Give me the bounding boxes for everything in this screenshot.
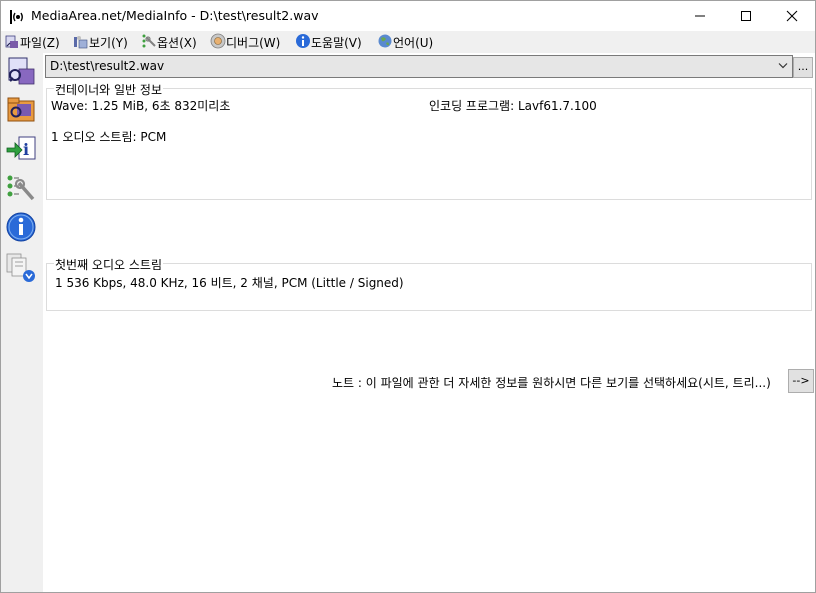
other-view-button[interactable]: --> bbox=[788, 369, 814, 393]
menu-file-label: 파일(Z) bbox=[20, 36, 60, 50]
toolbar-open-folder[interactable] bbox=[5, 93, 37, 125]
export-icon: i bbox=[6, 136, 36, 160]
mediainfo-app-icon bbox=[9, 9, 25, 25]
general-info-group: 컨테이너와 일반 정보 Wave: 1.25 MiB, 6초 832미리초 인코… bbox=[46, 81, 812, 200]
toolbar-export[interactable]: i bbox=[5, 133, 37, 165]
general-format-text: Wave: 1.25 MiB, 6초 832미리초 bbox=[51, 99, 231, 113]
open-folder-icon bbox=[7, 97, 35, 122]
about-icon bbox=[6, 212, 36, 242]
menu-view-label: 보기(Y) bbox=[89, 36, 128, 50]
minimize-icon bbox=[695, 15, 705, 17]
audio-stream-details: 1 536 Kbps, 48.0 KHz, 16 비트, 2 채널, PCM (… bbox=[55, 276, 404, 290]
menu-help-label: 도움말(V) bbox=[311, 36, 362, 50]
file-icon bbox=[5, 35, 18, 48]
debug-icon bbox=[210, 33, 226, 49]
window-title: MediaArea.net/MediaInfo - D:\test\result… bbox=[31, 8, 319, 23]
menu-bar: 파일(Z) 보기(Y) 옵션(X) 디버그(W) 도움말(V) 언어(U) bbox=[1, 31, 815, 52]
menu-options-label: 옵션(X) bbox=[157, 36, 197, 50]
options-icon bbox=[142, 34, 156, 48]
language-icon bbox=[378, 34, 392, 48]
maximize-button[interactable] bbox=[723, 1, 769, 31]
general-streams-text: 1 오디오 스트림: PCM bbox=[51, 130, 167, 144]
minimize-button[interactable] bbox=[677, 1, 723, 31]
general-info-title: 컨테이너와 일반 정보 bbox=[54, 81, 163, 98]
toolbar-preferences[interactable] bbox=[5, 173, 37, 205]
close-icon bbox=[786, 10, 798, 22]
open-file-icon bbox=[8, 57, 35, 85]
browse-more-button[interactable]: ... bbox=[793, 57, 813, 78]
main-content: D:\test\result2.wav ... 컨테이너와 일반 정보 Wave… bbox=[43, 53, 815, 592]
file-selector[interactable]: D:\test\result2.wav bbox=[45, 55, 793, 78]
general-encoding-text: 인코딩 프로그램: Lavf61.7.100 bbox=[429, 99, 597, 113]
preferences-icon bbox=[7, 175, 35, 201]
maximize-icon bbox=[741, 11, 751, 21]
donate-icon bbox=[6, 253, 35, 282]
view-icon bbox=[74, 36, 88, 49]
file-selector-value: D:\test\result2.wav bbox=[50, 59, 165, 73]
note-text: 노트 : 이 파일에 관한 더 자세한 정보를 원하시면 다른 보기를 선택하세… bbox=[332, 376, 771, 390]
mediainfo-window: MediaArea.net/MediaInfo - D:\test\result… bbox=[0, 0, 816, 593]
close-button[interactable] bbox=[769, 1, 815, 31]
toolbar-donate[interactable] bbox=[5, 251, 37, 283]
help-icon bbox=[296, 34, 310, 48]
title-bar: MediaArea.net/MediaInfo - D:\test\result… bbox=[1, 1, 815, 31]
toolbar-open-file[interactable] bbox=[5, 55, 37, 87]
left-toolbar: i bbox=[1, 53, 43, 592]
toolbar-about[interactable] bbox=[5, 211, 37, 243]
menu-language-label: 언어(U) bbox=[393, 36, 434, 50]
menu-debug-label: 디버그(W) bbox=[226, 36, 281, 50]
audio-stream-title: 첫번째 오디오 스트림 bbox=[54, 256, 163, 273]
audio-stream-group: 첫번째 오디오 스트림 1 536 Kbps, 48.0 KHz, 16 비트,… bbox=[46, 256, 812, 311]
svg-text:i: i bbox=[23, 140, 29, 159]
chevron-down-icon bbox=[778, 63, 788, 69]
